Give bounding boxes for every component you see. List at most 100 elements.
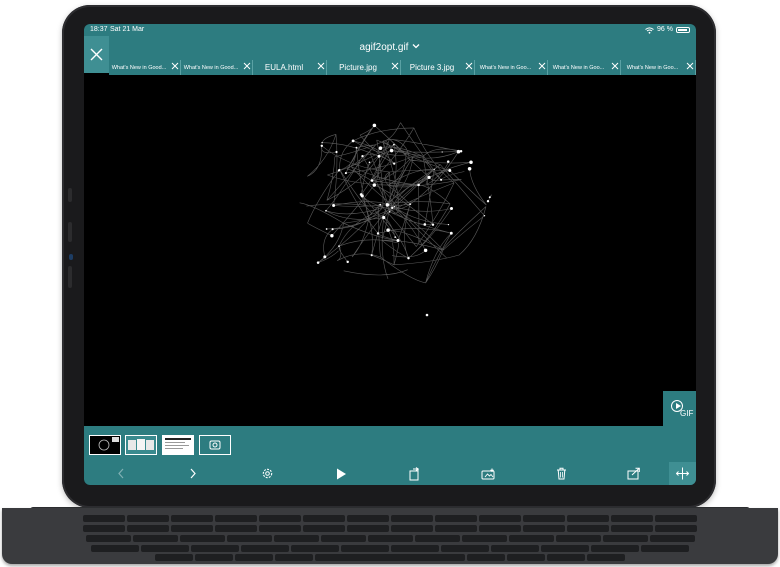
keyboard-key [587,554,625,561]
tab-close-icon[interactable] [536,60,547,75]
document-tab[interactable]: EULA.html [253,60,327,75]
keyboard-row [2,545,778,552]
back-button[interactable] [109,462,133,485]
document-thumbnail-art [165,438,191,449]
tab-close-icon[interactable] [684,60,695,75]
tab-label: Picture.jpg [339,63,377,72]
keyboard-key [649,535,695,542]
keyboard-key [341,545,389,552]
keyboard-key [467,554,505,561]
device-side-button [68,188,72,202]
status-date: Sat 21 Mar [110,26,145,33]
delete-button[interactable] [549,462,573,485]
gif-thumbnail[interactable] [89,435,121,455]
tab-close-icon[interactable] [389,60,400,75]
keyboard-key [291,545,339,552]
keyboard-key [391,515,433,522]
keyboard-key [127,515,169,522]
camera-thumbnail[interactable] [199,435,231,455]
tab-label: Picture 3.jpg [409,63,455,72]
slides-thumbnail-art [128,439,154,450]
keyboard-key [347,525,389,532]
keyboard-key [441,545,489,552]
tab-label: What's New in Good... [183,64,239,71]
keyboard-key [303,515,345,522]
tab-close-icon[interactable] [241,60,252,75]
tab-label: What's New in Goo... [552,64,605,71]
keyboard-key [226,535,272,542]
tab-close-icon[interactable] [463,60,474,75]
keyboard-key [508,535,554,542]
keyboard-row [2,525,778,532]
keyboard-key [259,515,301,522]
keyboard-row [2,554,778,561]
title-bar: agif2opt.gif [84,36,696,60]
gif-play-button[interactable]: GIF [663,391,696,426]
tab-close-icon[interactable] [609,60,620,75]
keyboard-key [171,515,213,522]
keyboard-key [141,545,189,552]
rotate-icon [409,466,419,480]
back-icon [118,468,124,479]
settings-button[interactable] [255,462,279,485]
tab-close-icon[interactable] [169,60,180,75]
wifi-icon [645,26,654,34]
document-title-menu[interactable]: agif2opt.gif [84,36,696,60]
rotate-button[interactable] [402,462,426,485]
share-button[interactable] [622,462,646,485]
keyboard-key [655,515,697,522]
keyboard-key [215,525,257,532]
tab-close-icon[interactable] [315,60,326,75]
add-photo-button[interactable] [476,462,500,485]
keyboard-key [127,525,169,532]
document-tab[interactable]: Picture.jpg [327,60,401,75]
keyboard-key [491,545,539,552]
document-tab[interactable]: What's New in Goo... [548,60,621,75]
slides-thumbnail[interactable] [125,435,157,455]
front-camera [69,254,73,260]
keyboard-key [567,525,609,532]
keyboard-key [479,525,521,532]
keyboard-key [602,535,648,542]
chevron-down-icon [413,44,420,49]
keyboard-key [85,535,131,542]
particle-network-image [299,122,492,317]
keyboard-key [171,525,213,532]
keyboard-key [507,554,545,561]
add-photo-icon [481,468,494,479]
camera-icon [209,440,221,450]
keyboard-key [555,535,601,542]
status-indicators: 96 % [645,24,690,36]
keyboard-key [414,535,460,542]
document-tab[interactable]: What's New in Goo... [475,60,548,75]
keyboard-key [591,545,639,552]
pan-button[interactable] [669,462,696,485]
keyboard-row [2,535,778,542]
play-button[interactable] [329,462,353,485]
device-side-button [68,266,72,288]
forward-button[interactable] [181,462,205,485]
keyboard-key [479,515,521,522]
tab-label: What's New in Goo... [626,64,679,71]
keyboard-key [215,515,257,522]
play-icon [336,468,346,479]
document-tab[interactable]: What's New in Good... [181,60,253,75]
settings-icon [262,468,272,479]
document-title: agif2opt.gif [359,42,409,53]
document-tab[interactable]: What's New in Good... [109,60,181,75]
close-icon [90,48,103,61]
gif-preview-canvas[interactable] [84,75,696,426]
keyboard-key [567,515,609,522]
close-button[interactable] [84,36,109,73]
document-tab[interactable]: What's New in Goo... [621,60,696,75]
device-side-button [68,222,72,242]
document-tab[interactable]: Picture 3.jpg [401,60,475,75]
keyboard-key [303,525,345,532]
tab-label: EULA.html [264,63,304,72]
keyboard-key [641,545,689,552]
document-thumbnail[interactable] [162,435,194,455]
keyboard-key [391,525,433,532]
keyboard-key [259,525,301,532]
share-icon [627,467,640,480]
gif-label: GIF [680,409,694,418]
